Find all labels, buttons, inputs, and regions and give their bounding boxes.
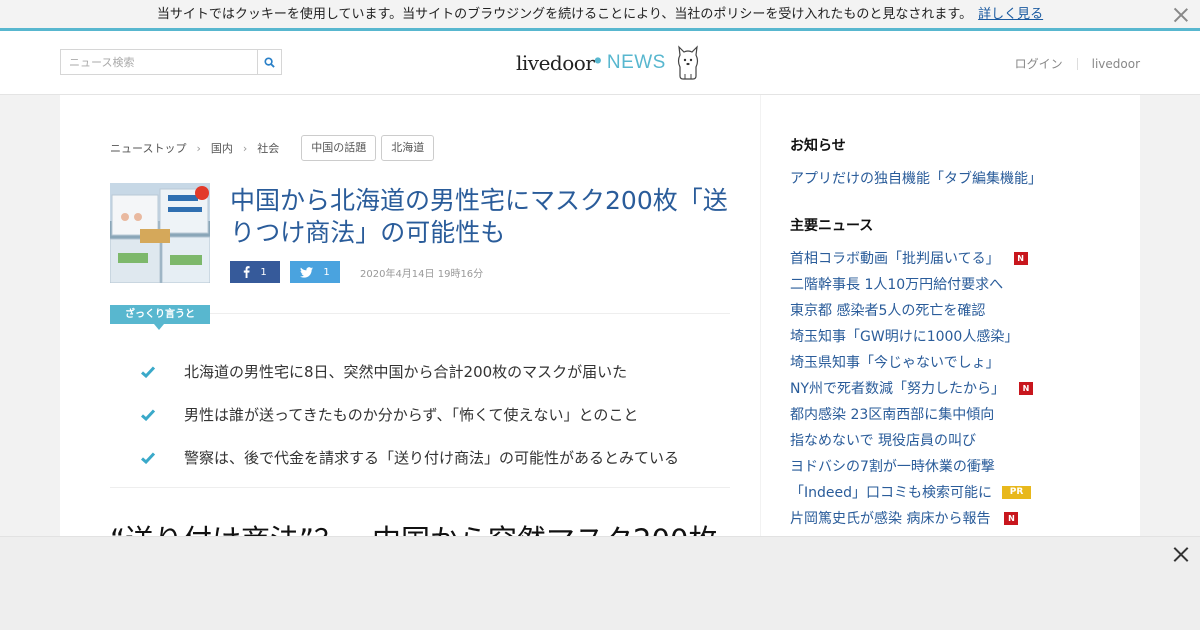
breadcrumb: ニューストップ › 国内 › 社会 中国の話題 北海道	[110, 135, 435, 161]
list-item: 北海道の男性宅に8日、突然中国から合計200枚のマスクが届いた	[140, 350, 679, 393]
news-item[interactable]: 二階幹事長 1人10万円給付要求へ	[790, 271, 1033, 297]
facebook-share-button[interactable]: 1	[230, 261, 280, 283]
summary-point-text: 北海道の男性宅に8日、突然中国から合計200枚のマスクが届いた	[184, 363, 628, 381]
news-item[interactable]: NY州で死者数減「努力したから」 N	[790, 375, 1034, 401]
article-date: 2020年4月14日 19時16分	[360, 268, 484, 280]
list-item: 警察は、後で代金を請求する「送り付け商法」の可能性があるとみている	[140, 436, 679, 479]
facebook-count: 1	[260, 266, 267, 278]
site-logo[interactable]: livedoor● NEWS	[516, 43, 702, 83]
pr-badge: PR	[1002, 485, 1032, 499]
news-item[interactable]: 都内感染 23区南西部に集中傾向	[790, 401, 1033, 427]
news-item[interactable]: 首相コラボ動画「批判届いてる」 N	[790, 245, 1033, 271]
chevron-right-icon: ›	[242, 141, 248, 155]
logo-news: NEWS	[606, 52, 666, 73]
article-thumbnail[interactable]	[110, 183, 210, 283]
logo-brand: livedoor●	[516, 51, 601, 75]
twitter-icon	[300, 266, 314, 278]
cookie-message: 当サイトではクッキーを使用しています。当サイトのブラウジングを続けることにより、…	[156, 7, 973, 22]
nav-divider	[1076, 57, 1078, 70]
article-title[interactable]: 中国から北海道の男性宅にマスク200枚「送りつけ商法」の可能性も	[230, 185, 730, 249]
bottom-ad-overlay	[0, 536, 1200, 630]
breadcrumb-domestic[interactable]: 国内	[211, 140, 233, 156]
facebook-icon	[244, 266, 250, 278]
dog-mascot-icon	[677, 45, 698, 80]
chevron-right-icon: ›	[196, 141, 201, 155]
news-item[interactable]: ヨドバシの7割が一時休業の衝撃	[790, 453, 1033, 479]
twitter-share-button[interactable]: 1	[290, 261, 340, 283]
mask-boxes-image	[110, 183, 210, 283]
cookie-close-icon[interactable]	[1172, 6, 1190, 24]
search-button[interactable]	[257, 50, 281, 74]
tag-china-topic[interactable]: 中国の話題	[301, 135, 377, 161]
notice-heading: お知らせ	[790, 138, 846, 154]
notice-link[interactable]: アプリだけの独自機能「タブ編集機能」	[790, 168, 1042, 188]
major-news-heading: 主要ニュース	[790, 218, 874, 234]
check-icon	[141, 451, 156, 464]
breadcrumb-top[interactable]: ニューストップ	[110, 140, 186, 156]
summary-point-text: 警察は、後で代金を請求する「送り付け商法」の可能性があるとみている	[184, 449, 680, 467]
search-box	[60, 49, 282, 75]
summary-points: 北海道の男性宅に8日、突然中国から合計200枚のマスクが届いた 男性は誰が送って…	[140, 350, 679, 479]
new-badge: N	[1013, 251, 1028, 265]
divider	[110, 487, 730, 488]
check-icon	[141, 408, 156, 421]
check-icon	[141, 365, 156, 378]
news-item[interactable]: 埼玉県知事「今じゃないでしょ」	[790, 349, 1033, 375]
summary-label: ざっくり言うと	[110, 305, 210, 330]
news-item[interactable]: 埼玉知事「GW明けに1000人感染」	[790, 323, 1033, 349]
major-news-list: 首相コラボ動画「批判届いてる」 N 二階幹事長 1人10万円給付要求へ 東京都 感…	[790, 245, 1034, 531]
header-nav: ログイン livedoor	[1015, 55, 1140, 72]
news-item[interactable]: 「Indeed」口コミも検索可能に PR	[790, 479, 1033, 505]
list-item: 男性は誰が送ってきたものか分からず、「怖くて使えない」とのこと	[140, 393, 679, 436]
cookie-details-link[interactable]: 詳しく見る	[978, 7, 1043, 22]
search-icon	[264, 56, 275, 68]
news-item[interactable]: 片岡篤史氏が感染 病床から報告 N	[790, 505, 1033, 531]
tag-hokkaido[interactable]: 北海道	[381, 135, 435, 161]
twitter-count: 1	[323, 266, 330, 278]
cookie-banner: 当サイトではクッキーを使用しています。当サイトのブラウジングを続けることにより、…	[0, 0, 1200, 31]
livedoor-link[interactable]: livedoor	[1092, 57, 1140, 71]
login-link[interactable]: ログイン	[1015, 55, 1063, 72]
breadcrumb-society[interactable]: 社会	[257, 140, 279, 156]
news-item[interactable]: 指なめないで 現役店員の叫び	[790, 427, 1033, 453]
summary-point-text: 男性は誰が送ってきたものか分からず、「怖くて使えない」とのこと	[184, 406, 639, 424]
news-item[interactable]: 東京都 感染者5人の死亡を確認	[790, 297, 1033, 323]
share-bar: 1 1 2020年4月14日 19時16分	[230, 261, 483, 283]
search-input[interactable]	[61, 50, 257, 74]
close-icon[interactable]	[1172, 545, 1190, 563]
new-badge: N	[1019, 381, 1034, 395]
site-header: livedoor● NEWS ログイン livedoor	[0, 31, 1200, 95]
new-badge: N	[1004, 511, 1019, 525]
